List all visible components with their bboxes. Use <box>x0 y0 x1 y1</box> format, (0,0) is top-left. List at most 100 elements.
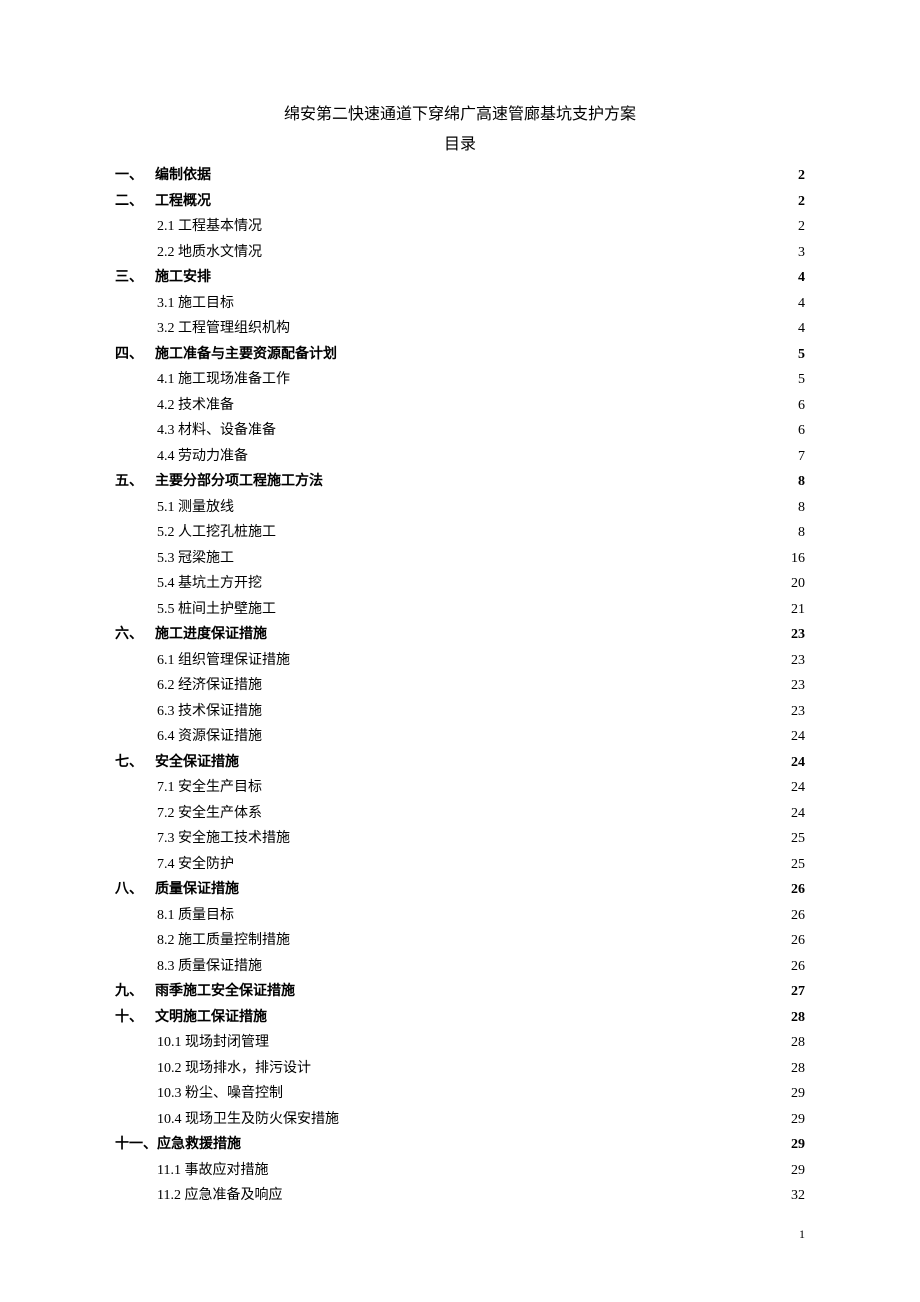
toc-entry[interactable]: 十一、应急救援措施 29 <box>115 1133 805 1158</box>
toc-entry[interactable]: 七、安全保证措施24 <box>115 751 805 776</box>
toc-entry-page: 25 <box>791 853 805 878</box>
toc-entry[interactable]: 8.2 施工质量控制措施 26 <box>115 929 805 954</box>
toc-entry-page: 16 <box>791 547 805 572</box>
toc-entry[interactable]: 5.1 测量放线8 <box>115 496 805 521</box>
toc-section-number: 十、 <box>115 1006 155 1031</box>
toc-entry-title: 2.2 地质水文情况 <box>157 241 262 266</box>
toc-section-number: 四、 <box>115 343 155 368</box>
toc-entry[interactable]: 7.2 安全生产体系24 <box>115 802 805 827</box>
document-title: 绵安第二快速通道下穿绵广高速管廊基坑支护方案 <box>115 100 805 124</box>
toc-entry[interactable]: 6.3 技术保证措施23 <box>115 700 805 725</box>
toc-entry-page: 28 <box>791 1031 805 1056</box>
toc-entry-page: 20 <box>791 572 805 597</box>
toc-entry-page: 8 <box>798 521 805 546</box>
toc-entry[interactable]: 6.4 资源保证措施24 <box>115 725 805 750</box>
toc-entry[interactable]: 2.2 地质水文情况 3 <box>115 241 805 266</box>
toc-entry-title: 8.2 施工质量控制措施 <box>157 929 290 954</box>
toc-entry-page: 29 <box>791 1082 805 1107</box>
toc-entry[interactable]: 10.2 现场排水，排污设计28 <box>115 1057 805 1082</box>
toc-entry-title: 10.4 现场卫生及防火保安措施 <box>157 1108 339 1133</box>
toc-entry-page: 23 <box>791 674 805 699</box>
toc-entry-page: 8 <box>798 470 805 495</box>
toc-entry-title: 4.3 材料、设备准备 <box>157 419 276 444</box>
toc-entry[interactable]: 四、施工准备与主要资源配备计划5 <box>115 343 805 368</box>
toc-entry-title: 4.4 劳动力准备 <box>157 445 248 470</box>
toc-entry-page: 4 <box>798 292 805 317</box>
toc-entry-title: 5.5 桩间土护壁施工 <box>157 598 276 623</box>
toc-section-number: 六、 <box>115 623 155 648</box>
toc-entry[interactable]: 7.4 安全防护25 <box>115 853 805 878</box>
toc-entry-page: 2 <box>798 164 805 189</box>
toc-entry-page: 6 <box>798 394 805 419</box>
toc-entry[interactable]: 九、雨季施工安全保证措施27 <box>115 980 805 1005</box>
toc-entry[interactable]: 5.3 冠梁施工16 <box>115 547 805 572</box>
toc-entry[interactable]: 11.2 应急准备及响应 32 <box>115 1184 805 1209</box>
toc-entry-page: 32 <box>791 1184 805 1209</box>
toc-entry-page: 2 <box>798 190 805 215</box>
toc-entry-page: 5 <box>798 368 805 393</box>
toc-entry-page: 28 <box>791 1057 805 1082</box>
toc-entry-title: 5.4 基坑土方开挖 <box>157 572 262 597</box>
toc-entry-page: 29 <box>791 1133 805 1158</box>
toc-entry-title: 文明施工保证措施 <box>155 1006 267 1031</box>
toc-entry[interactable]: 3.1 施工目标4 <box>115 292 805 317</box>
toc-entry-title: 质量保证措施 <box>155 878 239 903</box>
toc-entry[interactable]: 二、 工程概况2 <box>115 190 805 215</box>
toc-entry[interactable]: 5.2 人工挖孔桩施工 8 <box>115 521 805 546</box>
toc-entry[interactable]: 六、施工进度保证措施23 <box>115 623 805 648</box>
toc-entry-title: 8.3 质量保证措施 <box>157 955 262 980</box>
toc-entry-title: 6.2 经济保证措施 <box>157 674 262 699</box>
toc-entry[interactable]: 7.3 安全施工技术措施25 <box>115 827 805 852</box>
toc-heading: 目录 <box>115 130 805 154</box>
toc-entry-title: 7.2 安全生产体系 <box>157 802 262 827</box>
toc-entry-page: 4 <box>798 266 805 291</box>
toc-section-number: 五、 <box>115 470 155 495</box>
toc-entry[interactable]: 4.2 技术准备6 <box>115 394 805 419</box>
toc-entry[interactable]: 2.1 工程基本情况2 <box>115 215 805 240</box>
toc-entry[interactable]: 11.1 事故应对措施29 <box>115 1159 805 1184</box>
toc-section-number: 八、 <box>115 878 155 903</box>
toc-entry[interactable]: 4.1 施工现场准备工作5 <box>115 368 805 393</box>
toc-entry-title: 11.2 应急准备及响应 <box>157 1184 282 1209</box>
toc-entry[interactable]: 7.1 安全生产目标24 <box>115 776 805 801</box>
toc-entry-title: 应急救援措施 <box>157 1133 241 1158</box>
toc-entry-title: 主要分部分项工程施工方法 <box>155 470 323 495</box>
toc-entry[interactable]: 三、施工安排4 <box>115 266 805 291</box>
toc-entry-page: 24 <box>791 725 805 750</box>
toc-entry-page: 26 <box>791 929 805 954</box>
toc-section-number: 七、 <box>115 751 155 776</box>
toc-entry-page: 3 <box>798 241 805 266</box>
toc-entry[interactable]: 八、质量保证措施 26 <box>115 878 805 903</box>
toc-entry-page: 27 <box>791 980 805 1005</box>
toc-entry[interactable]: 5.4 基坑土方开挖 20 <box>115 572 805 597</box>
toc-entry-title: 10.3 粉尘、噪音控制 <box>157 1082 283 1107</box>
toc-entry-page: 23 <box>791 700 805 725</box>
toc-section-number: 十一、 <box>115 1133 157 1158</box>
toc-entry[interactable]: 4.3 材料、设备准备 6 <box>115 419 805 444</box>
toc-entry[interactable]: 5.5 桩间土护壁施工 21 <box>115 598 805 623</box>
toc-entry[interactable]: 十、 文明施工保证措施 28 <box>115 1006 805 1031</box>
toc-entry-title: 5.1 测量放线 <box>157 496 234 521</box>
toc-entry[interactable]: 10.1 现场封闭管理28 <box>115 1031 805 1056</box>
toc-entry-page: 24 <box>791 776 805 801</box>
toc-entry[interactable]: 3.2 工程管理组织机构4 <box>115 317 805 342</box>
toc-entry[interactable]: 10.3 粉尘、噪音控制 29 <box>115 1082 805 1107</box>
toc-entry[interactable]: 6.1 组织管理保证措施23 <box>115 649 805 674</box>
toc-section-number: 一、 <box>115 164 155 189</box>
toc-entry[interactable]: 8.1 质量目标26 <box>115 904 805 929</box>
toc-entry-title: 雨季施工安全保证措施 <box>155 980 295 1005</box>
toc-entry[interactable]: 6.2 经济保证措施 23 <box>115 674 805 699</box>
toc-entry-title: 5.2 人工挖孔桩施工 <box>157 521 276 546</box>
toc-entry-page: 26 <box>791 878 805 903</box>
toc-entry[interactable]: 一、编制依据2 <box>115 164 805 189</box>
toc-entry[interactable]: 10.4 现场卫生及防火保安措施 29 <box>115 1108 805 1133</box>
toc-entry[interactable]: 8.3 质量保证措施26 <box>115 955 805 980</box>
toc-entry-page: 6 <box>798 419 805 444</box>
toc-entry-page: 28 <box>791 1006 805 1031</box>
toc-entry[interactable]: 五、主要分部分项工程施工方法 8 <box>115 470 805 495</box>
toc-section-number: 二、 <box>115 190 155 215</box>
toc-entry-page: 21 <box>791 598 805 623</box>
toc-entry-page: 29 <box>791 1108 805 1133</box>
toc-entry[interactable]: 4.4 劳动力准备7 <box>115 445 805 470</box>
toc-entry-page: 29 <box>791 1159 805 1184</box>
